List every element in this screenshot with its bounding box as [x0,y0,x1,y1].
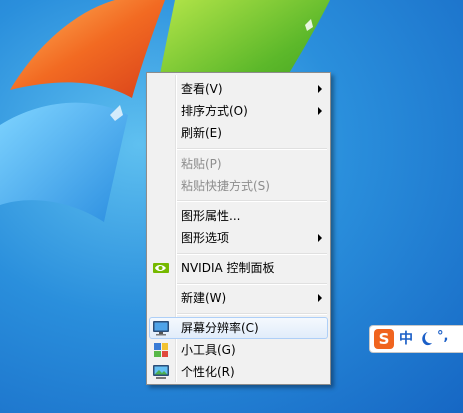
menu-item-graphics-options[interactable]: 图形选项 [149,227,328,249]
desktop-context-menu: 查看(V) 排序方式(O) 刷新(E) 粘贴(P) 粘贴快捷方式(S) 图形属性… [146,72,331,385]
menu-item-paste-shortcut[interactable]: 粘贴快捷方式(S) [149,175,328,197]
menu-item-label: 图形选项 [181,231,230,245]
menu-separator [177,148,327,150]
menu-item-graphics-properties[interactable]: 图形属性... [149,205,328,227]
menu-item-paste[interactable]: 粘贴(P) [149,153,328,175]
submenu-arrow-icon [318,234,322,242]
menu-item-label: 个性化(R) [181,365,235,379]
menu-item-view[interactable]: 查看(V) [149,78,328,100]
menu-item-label: 图形属性... [181,209,241,223]
menu-separator [177,283,327,285]
menu-item-label: 粘贴快捷方式(S) [181,179,270,193]
menu-item-label: 屏幕分辨率(C) [181,321,259,335]
submenu-arrow-icon [318,107,322,115]
gadgets-icon [154,343,168,357]
menu-item-new[interactable]: 新建(W) [149,287,328,309]
ime-toolbar[interactable]: S 中 °, [369,325,463,353]
nvidia-icon [153,263,169,273]
menu-item-label: 粘贴(P) [181,157,222,171]
menu-item-label: 刷新(E) [181,126,222,140]
menu-separator [177,313,327,315]
submenu-arrow-icon [318,294,322,302]
menu-item-label: NVIDIA 控制面板 [181,261,275,275]
menu-item-nvidia-control-panel[interactable]: NVIDIA 控制面板 [149,257,328,279]
personalize-icon [153,365,169,379]
menu-item-gadgets[interactable]: 小工具(G) [149,339,328,361]
sogou-logo-icon[interactable]: S [374,329,394,349]
menu-item-sort-by[interactable]: 排序方式(O) [149,100,328,122]
menu-item-refresh[interactable]: 刷新(E) [149,122,328,144]
menu-item-label: 查看(V) [181,82,223,96]
ime-punctuation-mode[interactable]: °, [437,328,448,346]
menu-item-label: 排序方式(O) [181,104,248,118]
submenu-arrow-icon [318,85,322,93]
monitor-icon [153,321,169,336]
menu-separator [177,200,327,202]
menu-item-label: 小工具(G) [181,343,236,357]
menu-item-personalize[interactable]: 个性化(R) [149,361,328,383]
menu-item-screen-resolution[interactable]: 屏幕分辨率(C) [149,317,328,339]
ime-language-mode[interactable]: 中 [399,330,413,348]
half-width-moon-icon[interactable] [418,330,434,348]
menu-item-label: 新建(W) [181,291,227,305]
menu-separator [177,253,327,255]
